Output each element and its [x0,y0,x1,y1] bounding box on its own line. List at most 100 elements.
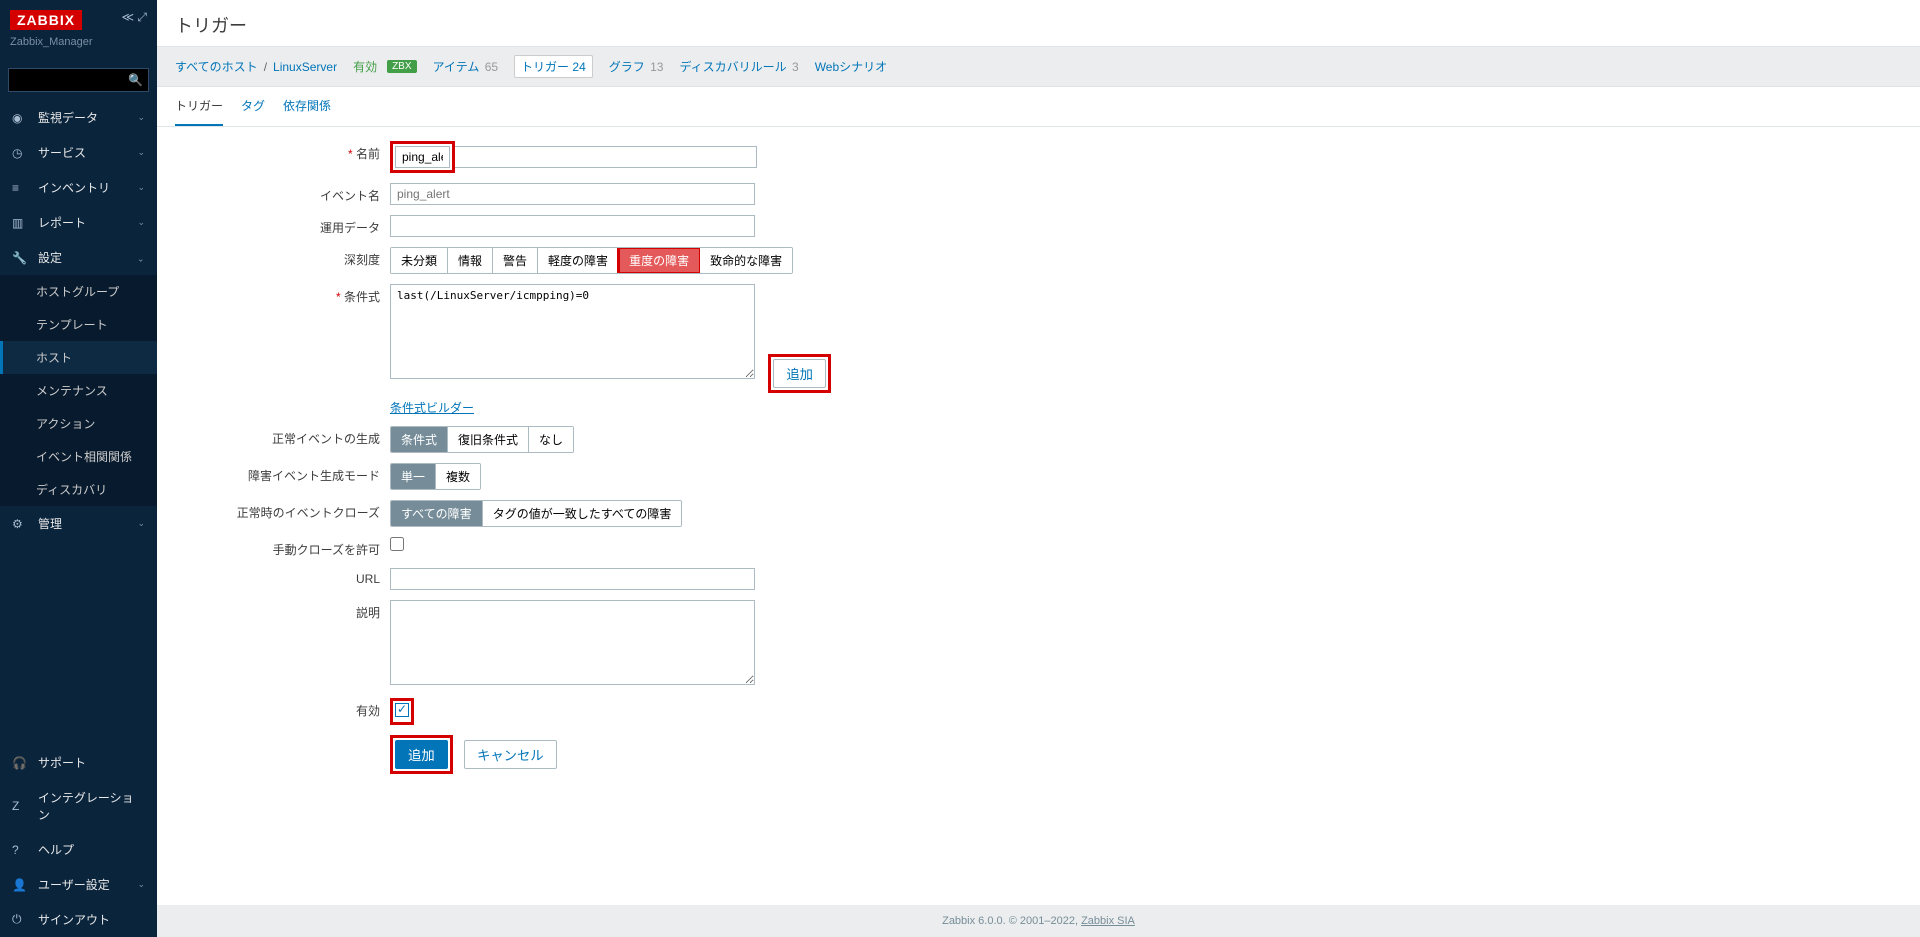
breadcrumb-separator: / [264,60,267,74]
description-textarea[interactable] [390,600,755,685]
nav-label: インテグレーション [38,789,145,823]
gear-icon: ⚙ [12,517,28,531]
name-input[interactable] [395,146,450,168]
page-title: トリガー [157,0,1920,46]
chevron-down-icon: ⌄ [137,112,145,123]
tab-trigger[interactable]: トリガー [175,87,223,126]
ok-close-all[interactable]: すべての障害 [391,501,483,526]
sidebar-bottom: 🎧 サポート Z インテグレーション ? ヘルプ 👤 ユーザー設定 ⌄ ⏻ サイ… [0,745,157,937]
sidebar: ZABBIX ≪ ⤢ Zabbix_Manager 🔍 ◉ 監視データ ⌄ ◷ … [0,0,157,937]
sidebar-header: ZABBIX ≪ ⤢ Zabbix_Manager [0,0,157,58]
footer: Zabbix 6.0.0. © 2001–2022, Zabbix SIA [157,905,1920,937]
subnav-event-correlation[interactable]: イベント相関関係 [0,440,157,473]
enabled-label: 有効 [175,698,390,719]
manager-name: Zabbix_Manager [10,36,147,48]
ok-close-match[interactable]: タグの値が一致したすべての障害 [483,501,682,526]
search-icon[interactable]: 🔍 [128,73,143,87]
enabled-checkbox[interactable] [395,703,409,717]
ok-event-group: 条件式 復旧条件式 なし [390,426,574,453]
severity-not-classified[interactable]: 未分類 [391,248,448,273]
severity-information[interactable]: 情報 [448,248,493,273]
logo[interactable]: ZABBIX [10,10,82,30]
nav-inventory[interactable]: ≡ インベントリ ⌄ [0,170,157,205]
event-name-label: イベント名 [175,183,390,204]
nav-reports[interactable]: ▥ レポート ⌄ [0,205,157,240]
nav-settings[interactable]: 🔧 設定 ⌃ [0,240,157,275]
nav-user-settings[interactable]: 👤 ユーザー設定 ⌄ [0,867,157,902]
submit-button[interactable]: 追加 [395,740,448,769]
main: トリガー すべてのホスト / LinuxServer 有効 ZBX アイテム 6… [157,0,1920,937]
user-icon: 👤 [12,878,28,892]
nav-discovery[interactable]: ディスカバリルール 3 [679,58,798,75]
power-icon: ⏻ [12,912,28,927]
problem-mode-label: 障害イベント生成モード [175,463,390,484]
nav-web[interactable]: Webシナリオ [815,58,887,75]
tab-tags[interactable]: タグ [241,87,265,126]
nav-label: 管理 [38,515,62,532]
chevron-down-icon: ⌄ [137,217,145,228]
url-input[interactable] [390,568,755,590]
subnav-hostgroups[interactable]: ホストグループ [0,275,157,308]
ok-event-none[interactable]: なし [529,427,573,452]
nav-label: サインアウト [38,911,110,928]
breadcrumb-host[interactable]: LinuxServer [273,60,337,74]
zbx-badge: ZBX [387,60,416,73]
nav-label: レポート [38,214,86,231]
nav-signout[interactable]: ⏻ サインアウト [0,902,157,937]
severity-label: 深刻度 [175,247,390,268]
expression-label: 条件式 [175,284,390,305]
nav-label: 設定 [38,249,62,266]
nav-items[interactable]: アイテム 65 [433,58,499,75]
event-name-input[interactable] [390,183,755,205]
nav-support[interactable]: 🎧 サポート [0,745,157,780]
nav-services[interactable]: ◷ サービス ⌄ [0,135,157,170]
nav-integration[interactable]: Z インテグレーション [0,780,157,832]
breadcrumb: すべてのホスト / LinuxServer 有効 ZBX アイテム 65 トリガ… [157,46,1920,87]
subnav-hosts[interactable]: ホスト [0,341,157,374]
severity-average[interactable]: 軽度の障害 [538,248,619,273]
op-data-label: 運用データ [175,215,390,236]
severity-warning[interactable]: 警告 [493,248,538,273]
subnav-actions[interactable]: アクション [0,407,157,440]
ok-event-expression[interactable]: 条件式 [391,427,448,452]
chart-icon: ▥ [12,216,28,230]
name-input-rest[interactable] [455,146,757,168]
nav-help[interactable]: ? ヘルプ [0,832,157,867]
expression-textarea[interactable]: last(/LinuxServer/icmpping)=0 [390,284,755,379]
z-icon: Z [12,799,28,813]
footer-link[interactable]: Zabbix SIA [1081,915,1135,927]
nav-admin[interactable]: ⚙ 管理 ⌄ [0,506,157,541]
nav-triggers[interactable]: トリガー 24 [514,55,593,78]
problem-mode-multiple[interactable]: 複数 [436,464,480,489]
cancel-button[interactable]: キャンセル [464,740,557,769]
nav-label: 監視データ [38,109,98,126]
op-data-input[interactable] [390,215,755,237]
nav-label: ユーザー設定 [38,876,110,893]
nav-graphs[interactable]: グラフ 13 [609,58,664,75]
breadcrumb-all-hosts[interactable]: すべてのホスト [175,58,258,75]
subnav-templates[interactable]: テンプレート [0,308,157,341]
manual-close-checkbox[interactable] [390,537,404,551]
severity-group: 未分類 情報 警告 軽度の障害 重度の障害 致命的な障害 [390,247,793,274]
expression-builder-link[interactable]: 条件式ビルダー [390,401,474,415]
chevron-down-icon: ⌄ [137,879,145,890]
ok-event-recovery[interactable]: 復旧条件式 [448,427,529,452]
list-icon: ≡ [12,181,28,195]
chevron-up-icon: ⌃ [137,252,145,263]
expression-add-button[interactable]: 追加 [773,359,826,388]
footer-text: Zabbix 6.0.0. © 2001–2022, [942,915,1081,927]
tabs: トリガー タグ 依存関係 [157,87,1920,127]
severity-disaster[interactable]: 致命的な障害 [700,248,792,273]
ok-close-group: すべての障害 タグの値が一致したすべての障害 [390,500,682,527]
severity-high[interactable]: 重度の障害 [619,248,700,273]
subnav-maintenance[interactable]: メンテナンス [0,374,157,407]
nav-label: サービス [38,144,86,161]
url-label: URL [175,568,390,586]
subnav-discovery[interactable]: ディスカバリ [0,473,157,506]
problem-mode-single[interactable]: 単一 [391,464,436,489]
nav-monitoring[interactable]: ◉ 監視データ ⌄ [0,100,157,135]
collapse-icons[interactable]: ≪ ⤢ [122,10,148,25]
form: 名前 イベント名 運用データ 深刻度 未分類 情報 警告 軽度の障害 重度の障害 [157,127,1920,798]
ok-close-label: 正常時のイベントクローズ [175,500,390,521]
tab-dependencies[interactable]: 依存関係 [283,87,331,126]
